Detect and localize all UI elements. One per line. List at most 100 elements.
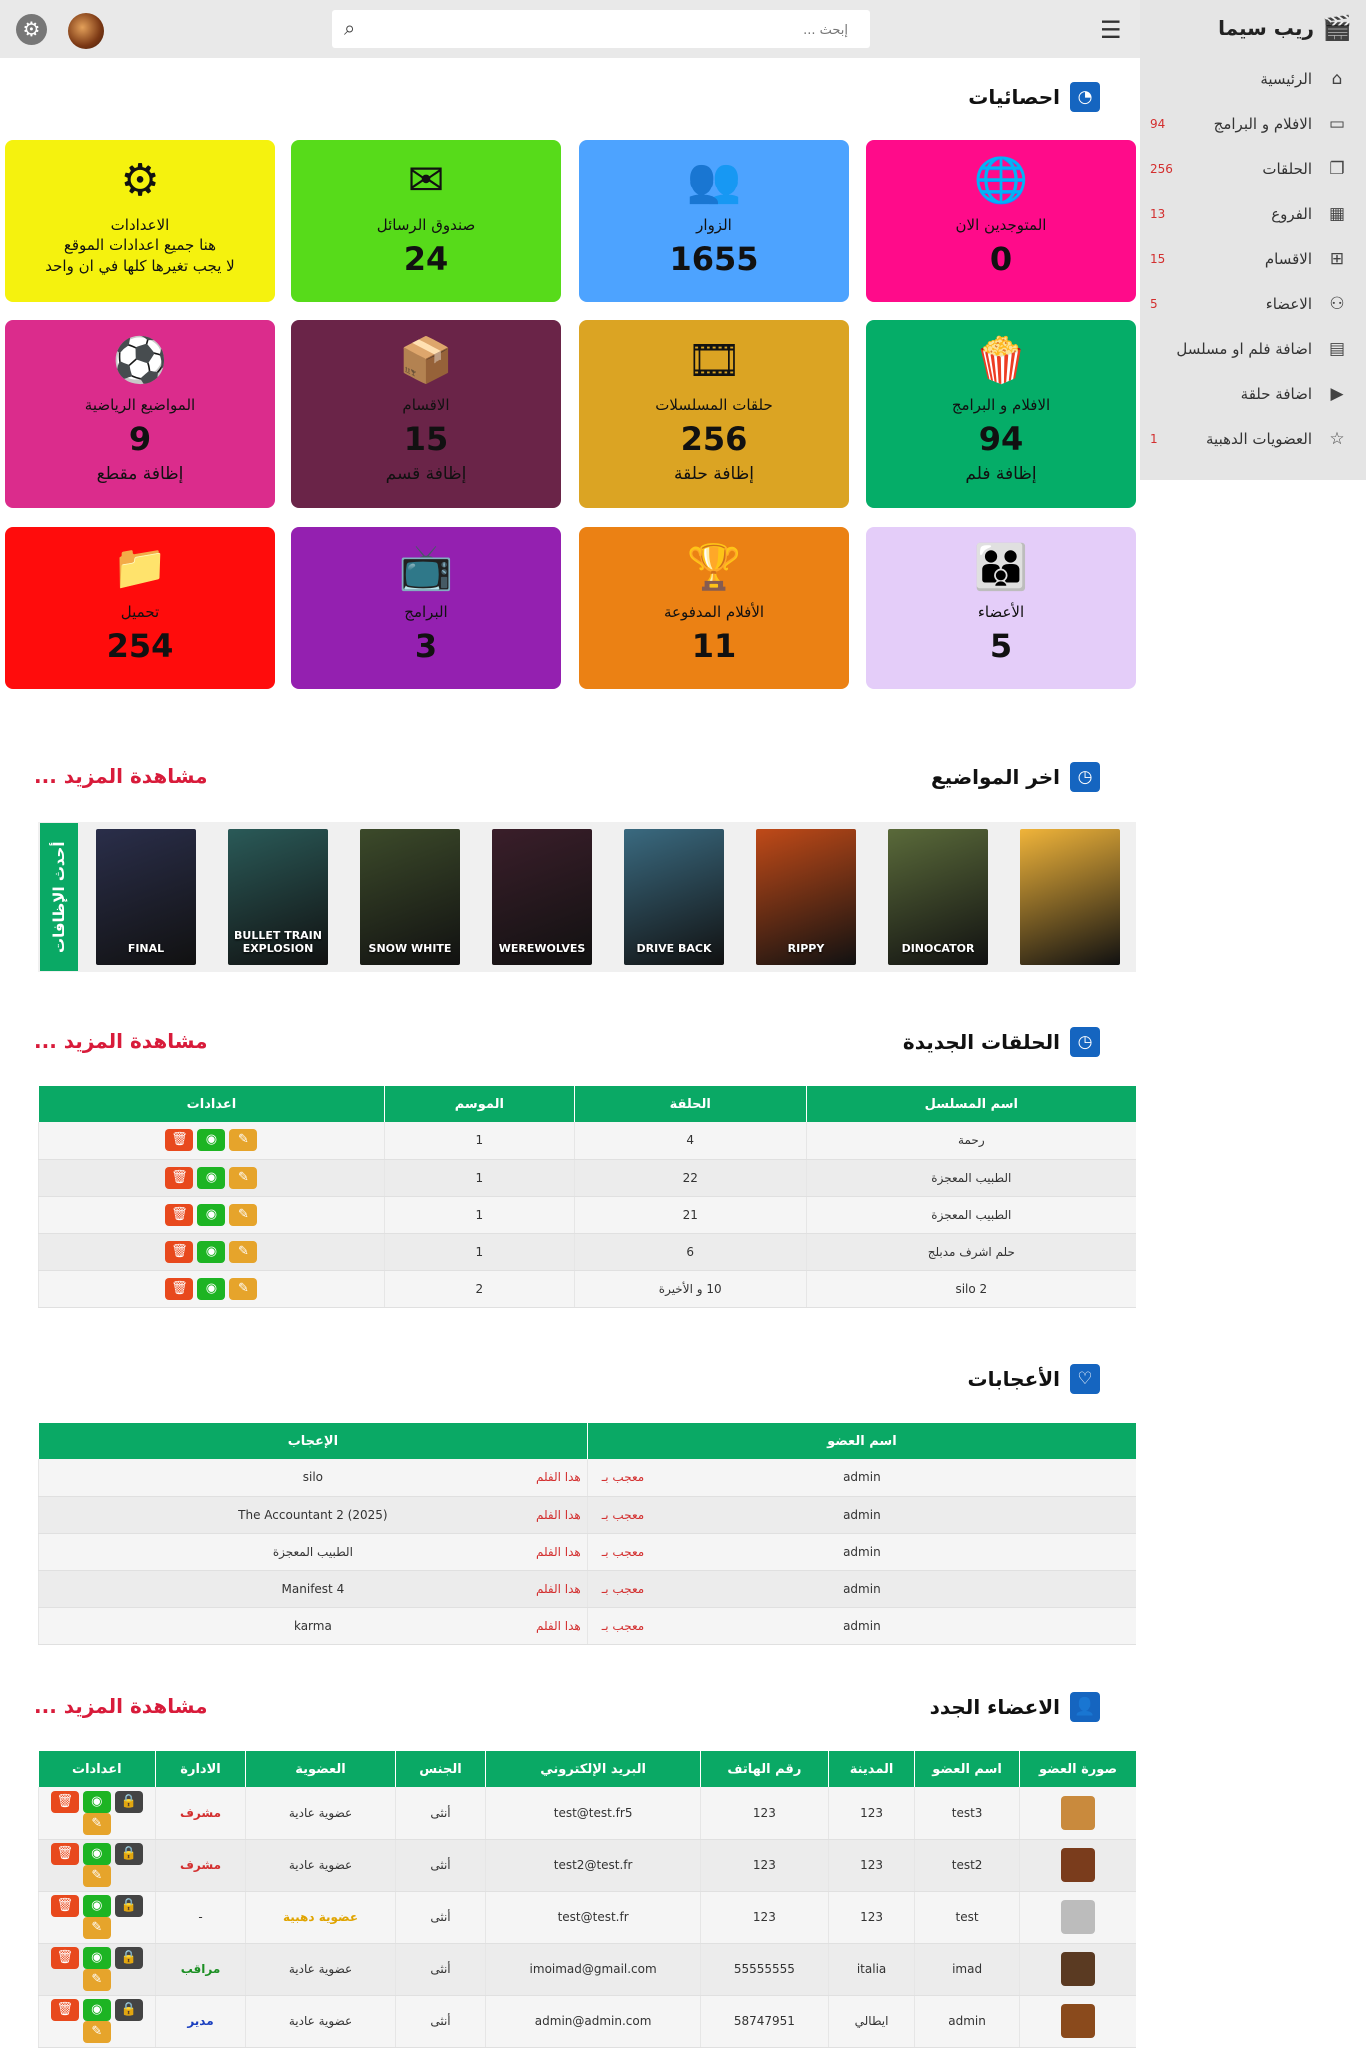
liked-title[interactable]: silo (303, 1470, 323, 1484)
member-photo[interactable] (1061, 1848, 1095, 1882)
stat-card[interactable]: ✉ صندوق الرسائل 24 (291, 140, 561, 302)
edit-icon[interactable]: ✎ (82, 2021, 111, 2043)
stat-card[interactable]: 📁 تحميل 254 (5, 527, 275, 689)
poster-thumbnail[interactable]: FINAL (96, 829, 196, 965)
table-header: صورة العضو (1019, 1751, 1136, 1787)
trash-icon[interactable]: 🗑 (165, 1240, 194, 1263)
poster-thumbnail[interactable]: WEREWOLVES (492, 829, 592, 965)
edit-icon[interactable]: ✎ (229, 1203, 258, 1226)
eye-icon[interactable]: ◉ (82, 1947, 111, 1969)
brand[interactable]: 🎬 ريب سيما (1140, 0, 1366, 56)
stat-card[interactable]: ⚙ الاعدادات هنا جميع اعدادات الموقع لا يجب … (5, 140, 275, 302)
poster-thumbnail[interactable] (1020, 829, 1120, 965)
liked-title[interactable]: الطبيب المعجزة (273, 1545, 353, 1559)
member-photo[interactable] (1061, 1900, 1095, 1934)
stat-card[interactable]: 📺 البرامج 3 (291, 527, 561, 689)
lock-icon[interactable]: 🔒 (114, 1843, 143, 1865)
sidebar-item[interactable]: ⌂ الرئيسية (1140, 56, 1366, 101)
sidebar-item-label: اضافة فلم او مسلسل (1176, 339, 1312, 358)
edit-icon[interactable]: ✎ (229, 1240, 258, 1263)
lock-icon[interactable]: 🔒 (114, 1947, 143, 1969)
members-more-link[interactable]: مشاهدة المزيد ... (34, 1694, 207, 1718)
stat-card[interactable]: 🎞 حلقات المسلسلات 256 إظافة حلقة (579, 320, 849, 508)
edit-icon[interactable]: ✎ (229, 1129, 258, 1152)
stat-add-link[interactable]: إظافة قسم (291, 464, 561, 484)
member-photo[interactable] (1061, 1952, 1095, 1986)
series-name: رحمة (805, 1122, 1136, 1160)
trash-icon[interactable]: 🗑 (165, 1129, 194, 1152)
poster-thumbnail[interactable]: SNOW WHITE (360, 829, 460, 965)
latest-more-link[interactable]: مشاهدة المزيد ... (34, 764, 207, 788)
lock-icon[interactable]: 🔒 (114, 1895, 143, 1917)
sidebar-item[interactable]: ▤ اضافة فلم او مسلسل (1140, 326, 1366, 371)
star-icon: ☆ (1329, 428, 1345, 449)
edit-icon[interactable]: ✎ (82, 1969, 111, 1991)
stat-label: الأفلام المدفوعة (663, 603, 765, 621)
trash-icon[interactable]: 🗑 (50, 1843, 79, 1865)
eye-icon[interactable]: ◉ (197, 1166, 226, 1189)
member-city: ايطالي (827, 1995, 915, 2048)
trash-icon[interactable]: 🗑 (50, 1790, 79, 1813)
trash-icon[interactable]: 🗑 (165, 1166, 194, 1189)
member-photo[interactable] (1061, 2004, 1095, 2038)
member-email: test2@test.fr (485, 1839, 701, 1892)
lock-icon[interactable]: 🔒 (114, 1790, 143, 1813)
table-header: الادارة (154, 1751, 246, 1787)
eye-icon[interactable]: ◉ (197, 1129, 226, 1152)
edit-icon[interactable]: ✎ (229, 1277, 258, 1300)
eye-icon[interactable]: ◉ (197, 1240, 226, 1263)
poster-thumbnail[interactable]: RIPPY (756, 829, 856, 965)
eye-icon[interactable]: ◉ (82, 1843, 111, 1865)
edit-icon[interactable]: ✎ (82, 1917, 111, 1939)
eye-icon[interactable]: ◉ (82, 1999, 111, 2021)
sidebar-item[interactable]: ☆ العضويات الدهبية 1 (1140, 416, 1366, 461)
stat-value: 94 (978, 420, 1024, 458)
stat-card[interactable]: ⚽ المواضيع الرياضية 9 إظافة مقطع (5, 320, 275, 508)
trash-icon[interactable]: 🗑 (50, 1895, 79, 1917)
hamburger-menu-icon[interactable]: ☰ (1100, 16, 1122, 44)
edit-icon[interactable]: ✎ (82, 1812, 111, 1835)
stat-card[interactable]: 🏆 الأفلام المدفوعة 11 (579, 527, 849, 689)
stat-add-link[interactable]: إظافة حلقة (579, 464, 849, 484)
stat-card[interactable]: 👪 الأعضاء 5 (866, 527, 1136, 689)
eye-icon[interactable]: ◉ (82, 1895, 111, 1917)
member-email: test@test.fr5 (485, 1787, 701, 1840)
eye-icon[interactable]: ◉ (82, 1790, 111, 1813)
gear-icon[interactable]: ⚙ (16, 14, 47, 45)
user-icon: 👤 (1070, 1692, 1100, 1722)
stat-card[interactable]: 📦 الاقسام 15 إظافة قسم (291, 320, 561, 508)
eye-icon[interactable]: ◉ (197, 1203, 226, 1226)
sidebar-menu: ⌂ الرئيسية ▭ الافلام و البرامج 94 ❐ الحلقات 256… (1140, 56, 1366, 461)
edit-icon[interactable]: ✎ (82, 1865, 111, 1887)
sidebar-item[interactable]: ▭ الافلام و البرامج 94 (1140, 101, 1366, 146)
lock-icon[interactable]: 🔒 (114, 1999, 143, 2021)
trash-icon[interactable]: 🗑 (50, 1947, 79, 1969)
trash-icon[interactable]: 🗑 (165, 1203, 194, 1226)
stat-add-link[interactable]: إظافة مقطع (5, 464, 275, 484)
sidebar-item[interactable]: ▦ الفروع 13 (1140, 191, 1366, 236)
trash-icon[interactable]: 🗑 (165, 1277, 194, 1300)
episodes-more-link[interactable]: مشاهدة المزيد ... (34, 1029, 207, 1053)
stat-card[interactable]: 👥 الزوار 1655 (579, 140, 849, 302)
avatar[interactable] (68, 13, 104, 49)
edit-icon[interactable]: ✎ (229, 1166, 258, 1189)
poster-thumbnail[interactable]: DINOCATOR (888, 829, 988, 965)
liked-title[interactable]: The Accountant 2 (2025) (238, 1508, 387, 1522)
sidebar-item[interactable]: ⊞ الاقسام 15 (1140, 236, 1366, 281)
search-input[interactable] (408, 19, 848, 41)
stat-card[interactable]: 🌐 المتوجدين الان 0 (866, 140, 1136, 302)
sidebar-item[interactable]: ❐ الحلقات 256 (1140, 146, 1366, 191)
poster-thumbnail[interactable]: DRIVE BACK (624, 829, 724, 965)
liked-title[interactable]: Manifest 4 (282, 1582, 345, 1596)
stat-card[interactable]: 🍿 الافلام و البرامج 94 إظافة فلم (866, 320, 1136, 508)
liked-title[interactable]: karma (294, 1619, 332, 1633)
poster-thumbnail[interactable]: BULLET TRAIN EXPLOSION (228, 829, 328, 965)
eye-icon[interactable]: ◉ (197, 1277, 226, 1300)
series-name: الطبيب المعجزة (805, 1196, 1136, 1234)
sidebar-item[interactable]: ▶ اضافة حلقة (1140, 371, 1366, 416)
trash-icon[interactable]: 🗑 (50, 1999, 79, 2021)
member-photo[interactable] (1061, 1795, 1095, 1830)
stat-add-link[interactable]: إظافة فلم (866, 464, 1136, 484)
sidebar-item[interactable]: ⚇ الاعضاء 5 (1140, 281, 1366, 326)
search-icon[interactable]: ⌕ (344, 16, 355, 40)
